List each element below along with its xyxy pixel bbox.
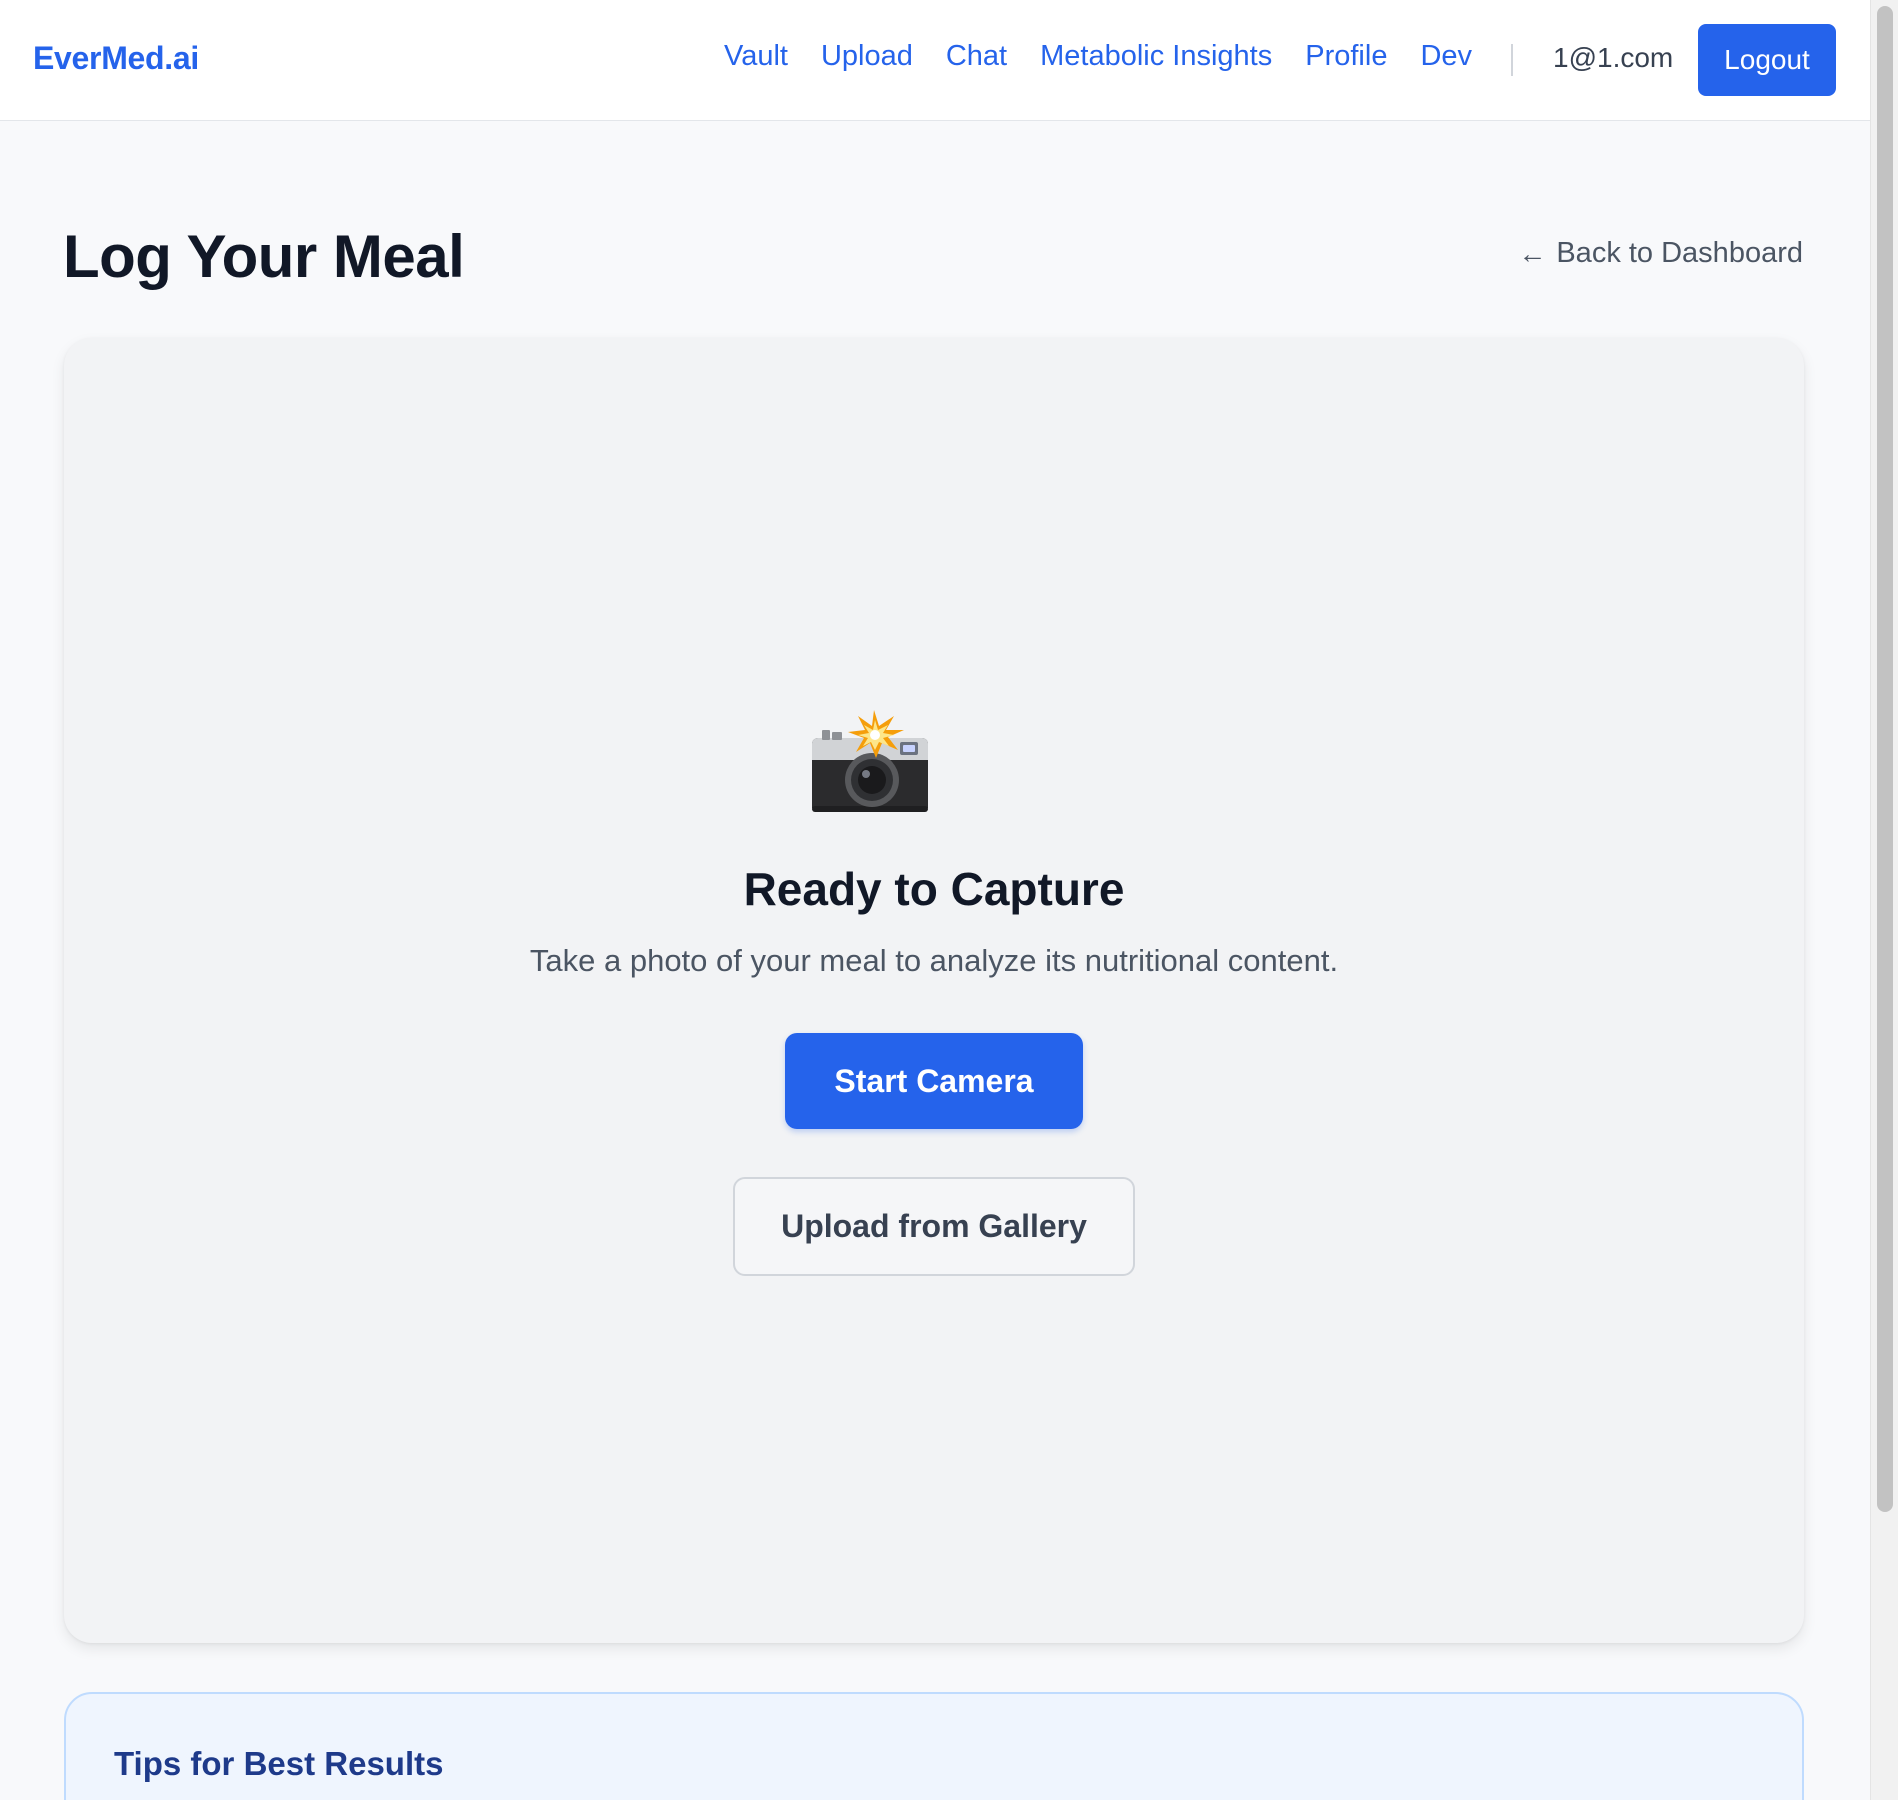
main-nav: Vault Upload Chat Metabolic Insights Pro… [724,40,1505,73]
nav-vault[interactable]: Vault [724,40,788,73]
nav-dev[interactable]: Dev [1420,40,1472,73]
camera-flash-icon [812,710,928,812]
page: EverMed.ai Vault Upload Chat Metabolic I… [0,0,1898,1800]
page-title: Log Your Meal [63,223,465,290]
user-email: 1@1.com [1553,42,1674,73]
upload-from-gallery-button[interactable]: Upload from Gallery [733,1177,1135,1276]
nav-profile[interactable]: Profile [1305,40,1387,73]
nav-metabolic-insights[interactable]: Metabolic Insights [1040,40,1272,73]
capture-description: Take a photo of your meal to analyze its… [529,943,1339,978]
tips-title: Tips for Best Results [114,1745,444,1782]
start-camera-button[interactable]: Start Camera [785,1033,1083,1129]
logout-button[interactable]: Logout [1698,24,1836,96]
back-link-label: Back to Dashboard [1556,237,1803,269]
back-to-dashboard-link[interactable]: ← Back to Dashboard [1518,237,1803,270]
nav-divider [1511,44,1513,76]
nav-chat[interactable]: Chat [946,40,1007,73]
nav-upload[interactable]: Upload [821,40,913,73]
arrow-left-icon: ← [1518,237,1547,269]
capture-title: Ready to Capture [743,863,1125,915]
brand-logo[interactable]: EverMed.ai [33,40,199,77]
scrollbar-thumb[interactable] [1877,6,1893,1512]
top-navbar: EverMed.ai Vault Upload Chat Metabolic I… [0,0,1870,121]
capture-card [64,338,1804,1643]
